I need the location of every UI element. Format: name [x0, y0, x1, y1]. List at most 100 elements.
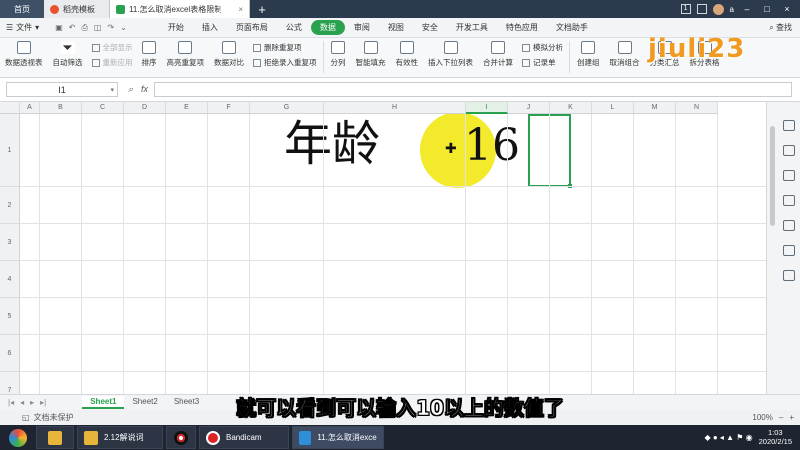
row-header-1[interactable]: 1 — [0, 114, 20, 187]
autofilter-button[interactable]: ⏷ 自动筛选 — [48, 41, 88, 68]
scroll-thumb[interactable] — [770, 126, 775, 226]
grid-column-line — [249, 114, 250, 394]
style-icon[interactable] — [783, 145, 795, 156]
fx-button[interactable]: fx — [141, 84, 148, 95]
row-header-2[interactable]: 2 — [0, 187, 20, 224]
create-group-button[interactable]: 创建组 — [572, 41, 605, 68]
column-header-m[interactable]: M — [634, 102, 676, 114]
chart-icon[interactable] — [783, 195, 795, 206]
formula-input[interactable] — [154, 82, 792, 97]
row-header-5[interactable]: 5 — [0, 298, 20, 335]
taskbar-bandicam[interactable]: Bandicam — [199, 426, 289, 449]
search-button[interactable]: ⌕ 查找 — [769, 22, 792, 33]
tab-home[interactable]: 首页 — [0, 0, 44, 18]
new-tab-button[interactable]: + — [250, 0, 274, 18]
split-label: 分列 — [330, 58, 346, 67]
data-compare-button[interactable]: 数据对比 — [209, 41, 249, 68]
close-icon[interactable]: × — [780, 4, 794, 14]
table-icon[interactable] — [783, 170, 795, 181]
menu-tab-0[interactable]: 开始 — [159, 20, 193, 35]
show-all-button[interactable]: 全部显示 — [91, 42, 133, 53]
simulate-button[interactable]: 模拟分析 — [522, 42, 563, 53]
validity-icon — [399, 41, 414, 54]
column-header-d[interactable]: D — [124, 102, 166, 114]
help-icon[interactable] — [783, 270, 795, 281]
close-tab-icon[interactable]: × — [238, 5, 243, 14]
record-icon — [174, 430, 188, 445]
tab-docer[interactable]: 稻壳模板 — [44, 0, 110, 18]
select-all-corner[interactable] — [0, 102, 20, 114]
vertical-scrollbar[interactable] — [769, 116, 776, 386]
start-button[interactable] — [0, 428, 36, 447]
reapply-button[interactable]: 重新应用 — [91, 57, 133, 68]
row-header-3[interactable]: 3 — [0, 224, 20, 261]
layout-icon[interactable] — [696, 4, 707, 14]
print-icon[interactable]: ⎙ — [81, 23, 87, 33]
maximize-icon[interactable]: □ — [760, 4, 774, 14]
magnifier-icon[interactable]: ⌕ — [128, 84, 133, 95]
undo-icon[interactable]: ↶ — [69, 23, 76, 33]
menu-tab-1[interactable]: 插入 — [193, 20, 227, 35]
taskbar-bandicam-label: Bandicam — [226, 433, 262, 442]
menu-tab-2[interactable]: 页面布局 — [227, 20, 277, 35]
column-header-a[interactable]: A — [20, 102, 40, 114]
redo-icon[interactable]: ↷ — [107, 23, 114, 33]
save-icon[interactable]: ▣ — [55, 23, 63, 33]
column-header-b[interactable]: B — [40, 102, 82, 114]
consolidate-button[interactable]: 合并计算 — [478, 41, 518, 68]
taskbar-wps[interactable]: 11.怎么取消excel... — [292, 426, 384, 449]
menu-tab-7[interactable]: 安全 — [413, 20, 447, 35]
taskbar-explorer[interactable] — [36, 426, 74, 449]
menu-tab-8[interactable]: 开发工具 — [447, 20, 497, 35]
pivot-table-button[interactable]: 数据透视表 — [0, 41, 48, 68]
tab-document[interactable]: 11.怎么取消excel表格限制条件 × — [110, 0, 250, 18]
taskbar-record[interactable] — [166, 426, 196, 449]
cell-g1[interactable]: 年龄 — [284, 120, 380, 168]
record-button[interactable]: 记录单 — [522, 57, 563, 68]
record-label: 记录单 — [533, 58, 556, 67]
tray-icons[interactable]: ◆ ● ◂ ▲ ⚑ ◉ — [704, 433, 752, 442]
file-menu[interactable]: ☰ 文件 ▾ — [0, 22, 45, 33]
menu-tab-5[interactable]: 审阅 — [345, 20, 379, 35]
column-header-i[interactable]: I — [466, 102, 508, 114]
validity-button[interactable]: 有效性 — [391, 41, 424, 68]
column-header-j[interactable]: J — [508, 102, 550, 114]
backup-icon[interactable] — [783, 245, 795, 256]
menu-tab-10[interactable]: 文档助手 — [547, 20, 597, 35]
column-header-n[interactable]: N — [676, 102, 718, 114]
column-header-g[interactable]: G — [250, 102, 324, 114]
menu-tab-3[interactable]: 公式 — [277, 20, 311, 35]
insert-dropdown-button[interactable]: 插入下拉列表 — [423, 41, 478, 68]
column-header-l[interactable]: L — [592, 102, 634, 114]
ungroup-button[interactable]: 取消组合 — [605, 41, 645, 68]
column-header-k[interactable]: K — [550, 102, 592, 114]
taskbar-item-notes[interactable]: 2.12解说词 — [77, 426, 163, 449]
cell-h1[interactable]: 16 — [464, 124, 520, 168]
menu-tab-9[interactable]: 特色应用 — [497, 20, 547, 35]
grid-column-line — [633, 114, 634, 394]
row-header-7[interactable]: 7 — [0, 372, 20, 394]
avatar[interactable] — [712, 3, 724, 15]
split-button[interactable]: 分列 — [326, 41, 351, 68]
minimize-icon[interactable]: – — [740, 4, 754, 14]
menu-tab-4[interactable]: 数据 — [310, 20, 345, 35]
spreadsheet-grid[interactable]: 年龄 16 ✚ ABCDEFGHIJKLMN 1234567 — [0, 102, 766, 394]
smart-fill-button[interactable]: 智能填充 — [351, 41, 391, 68]
column-header-h[interactable]: H — [324, 102, 466, 114]
column-header-e[interactable]: E — [166, 102, 208, 114]
row-header-6[interactable]: 6 — [0, 335, 20, 372]
clock[interactable]: 1:03 2020/2/15 — [759, 428, 792, 446]
sort-button[interactable]: 排序 — [137, 41, 162, 68]
select-icon[interactable] — [783, 120, 795, 131]
column-header-f[interactable]: F — [208, 102, 250, 114]
reject-dup-button[interactable]: 拒绝录入重复项 — [253, 57, 317, 68]
share-icon[interactable] — [783, 220, 795, 231]
row-header-4[interactable]: 4 — [0, 261, 20, 298]
highlight-dup-button[interactable]: 高亮重复项 — [162, 41, 210, 68]
more-icon[interactable]: ⌄ — [120, 23, 127, 33]
menu-tab-6[interactable]: 视图 — [379, 20, 413, 35]
name-box[interactable]: I1 ▾ — [6, 82, 118, 97]
remove-dup-button[interactable]: 删除重复项 — [253, 42, 317, 53]
column-header-c[interactable]: C — [82, 102, 124, 114]
preview-icon[interactable]: ◫ — [94, 23, 102, 33]
